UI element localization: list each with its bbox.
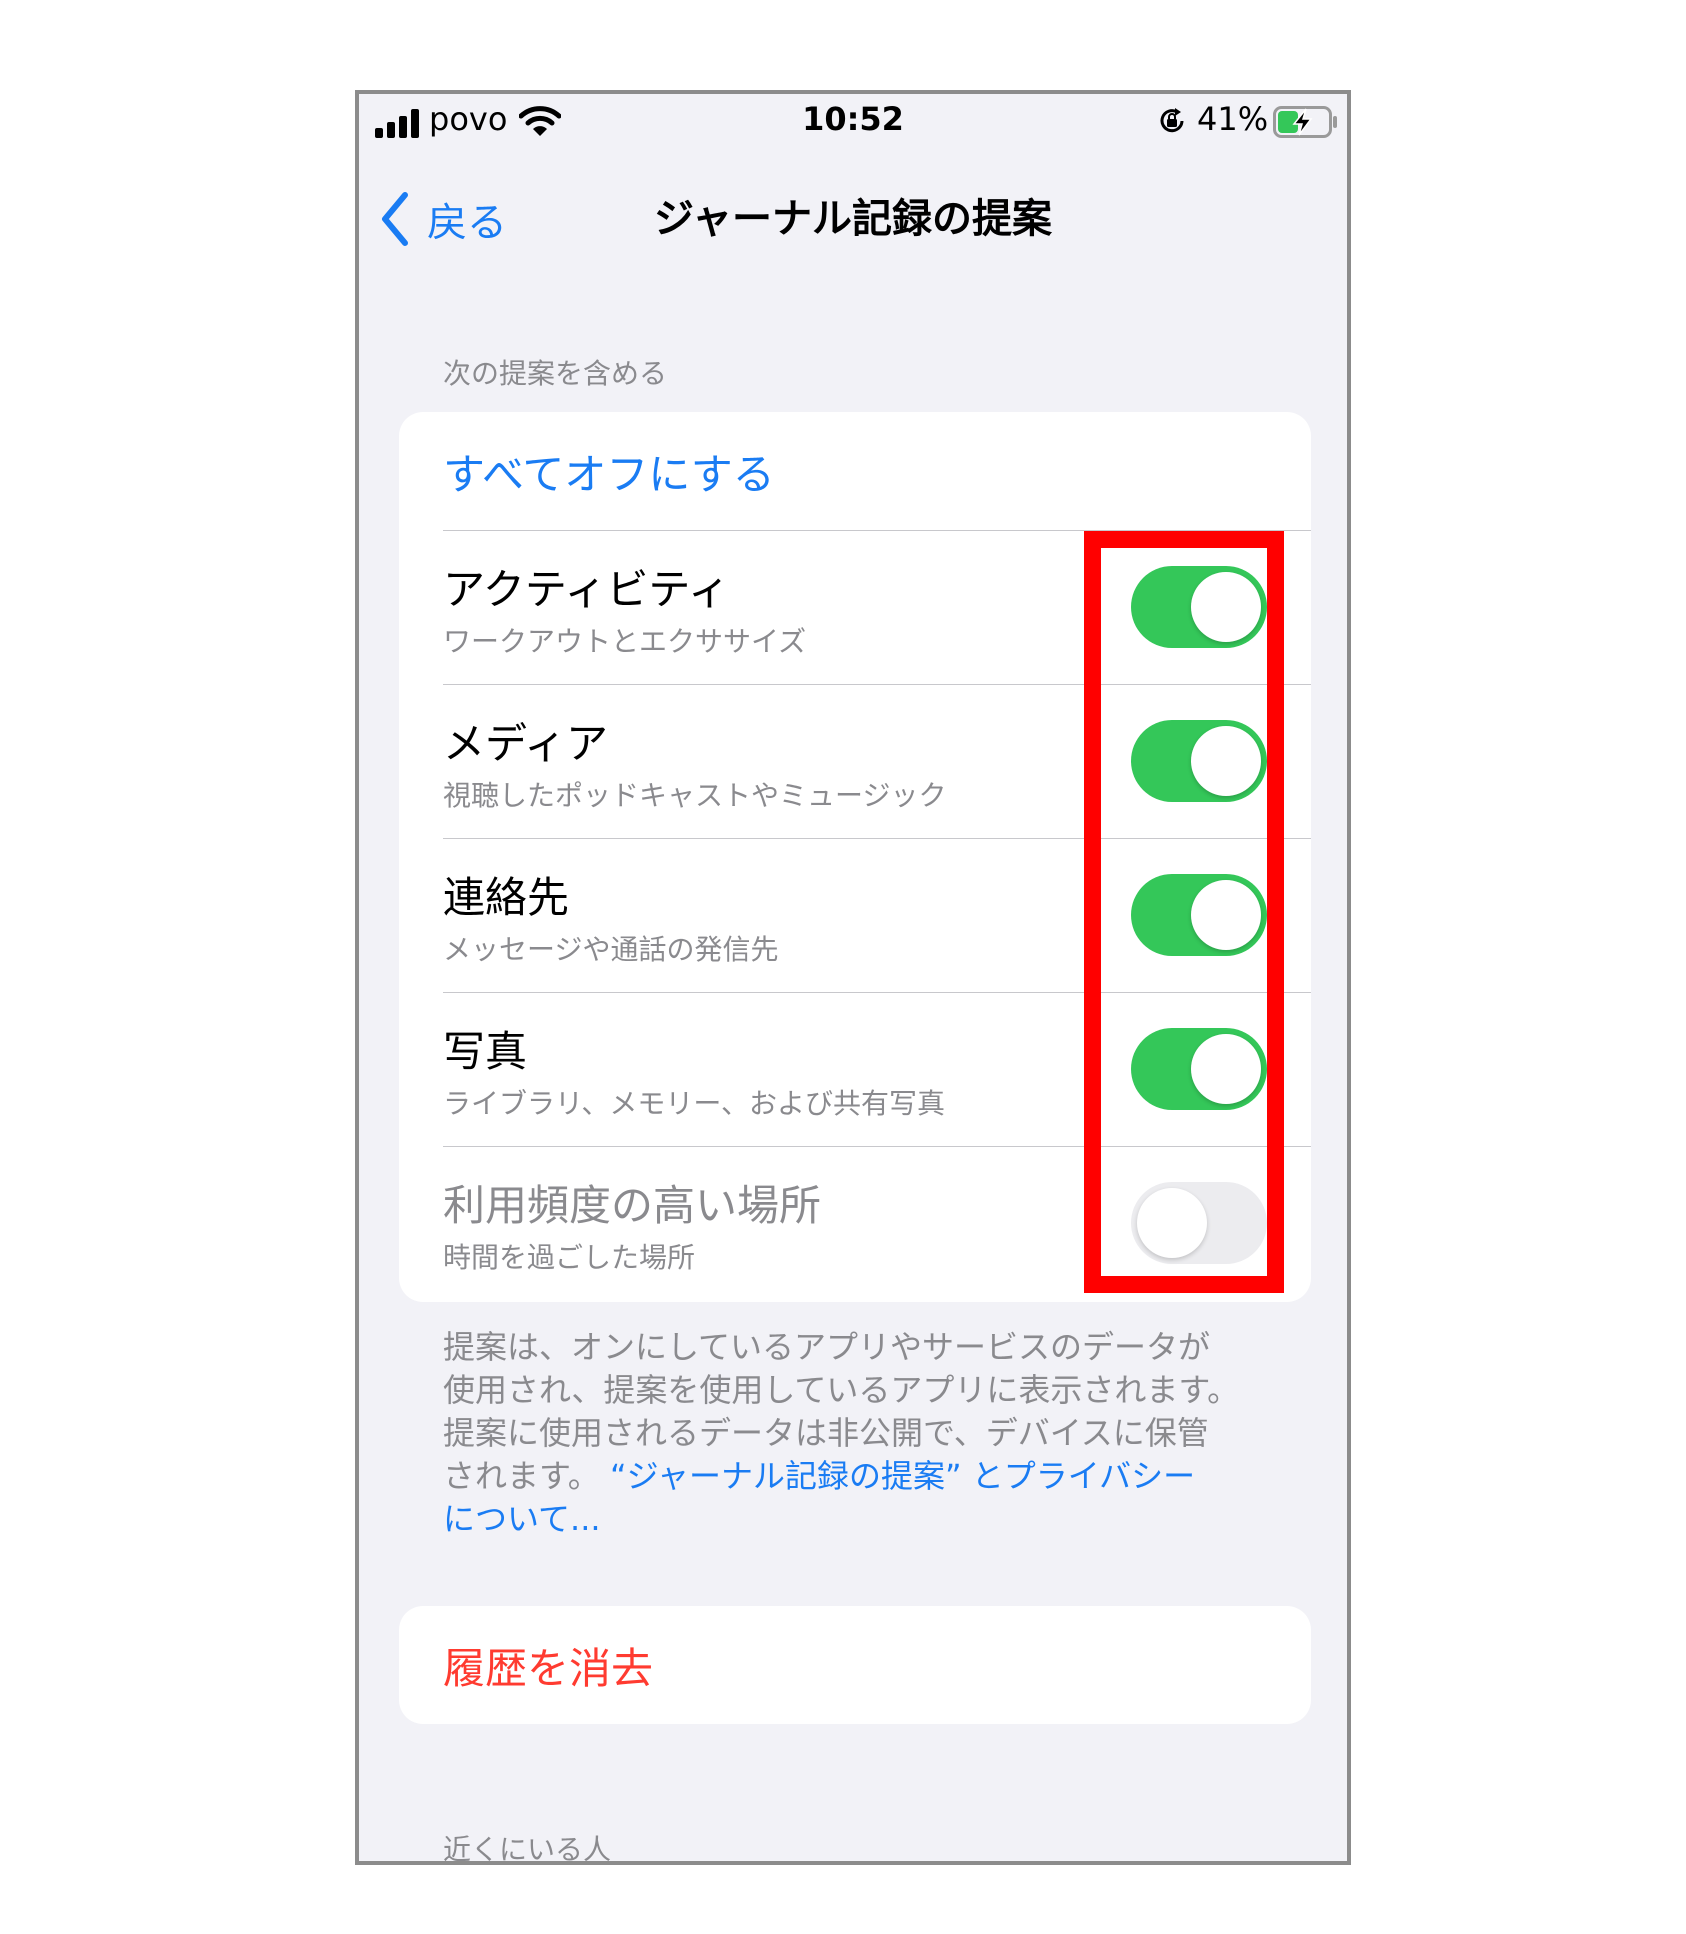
toggle-highlight-box bbox=[1084, 531, 1284, 1293]
battery-percent: 41% bbox=[1197, 100, 1269, 138]
clear-history-button[interactable]: 履歴を消去 bbox=[443, 1606, 653, 1724]
turn-all-off-button[interactable]: すべてオフにする bbox=[443, 412, 775, 530]
status-bar: povo 10:52 41% bbox=[359, 94, 1347, 164]
footer-line-with-link: されます。 “ジャーナル記録の提案” とプライバシー bbox=[443, 1455, 1253, 1498]
footer-line: 使用され、提案を使用しているアプリに表示されます。 bbox=[443, 1371, 1240, 1409]
row-title: 連絡先 bbox=[443, 873, 570, 922]
row-subtitle: ワークアウトとエクササイズ bbox=[443, 625, 807, 658]
footer-line: 提案は、オンにしているアプリやサービスのデータが bbox=[443, 1328, 1211, 1366]
rotation-lock-icon bbox=[1160, 108, 1184, 133]
footer-line: 提案に使用されるデータは非公開で、デバイスに保管 bbox=[443, 1414, 1209, 1452]
row-title: メディア bbox=[443, 719, 609, 768]
row-subtitle: 時間を過ごした場所 bbox=[443, 1241, 696, 1274]
footer-line: されます。 bbox=[443, 1457, 600, 1495]
clear-history-card: 履歴を消去 bbox=[399, 1606, 1311, 1724]
privacy-link[interactable]: “ジャーナル記録の提案” とプライバシー bbox=[610, 1457, 1195, 1495]
page-title: ジャーナル記録の提案 bbox=[654, 196, 1052, 242]
row-subtitle: 視聴したポッドキャストやミュージック bbox=[443, 779, 947, 812]
row-title: アクティビティ bbox=[443, 565, 730, 614]
navigation-bar: 戻る ジャーナル記録の提案 bbox=[359, 164, 1347, 284]
row-subtitle: メッセージや通話の発信先 bbox=[443, 933, 779, 966]
battery-charging-icon bbox=[1273, 106, 1337, 138]
row-title: 利用頻度の高い場所 bbox=[443, 1181, 822, 1230]
row-subtitle: ライブラリ、メモリー、および共有写真 bbox=[443, 1087, 946, 1120]
privacy-link-continued[interactable]: について... bbox=[443, 1498, 1253, 1541]
section-header: 次の提案を含める bbox=[443, 357, 668, 390]
section-footer: 提案は、オンにしているアプリやサービスのデータが 使用され、提案を使用しているア… bbox=[443, 1326, 1253, 1541]
row-title: 写真 bbox=[443, 1027, 528, 1076]
next-section-header: 近くにいる人 bbox=[443, 1833, 612, 1865]
